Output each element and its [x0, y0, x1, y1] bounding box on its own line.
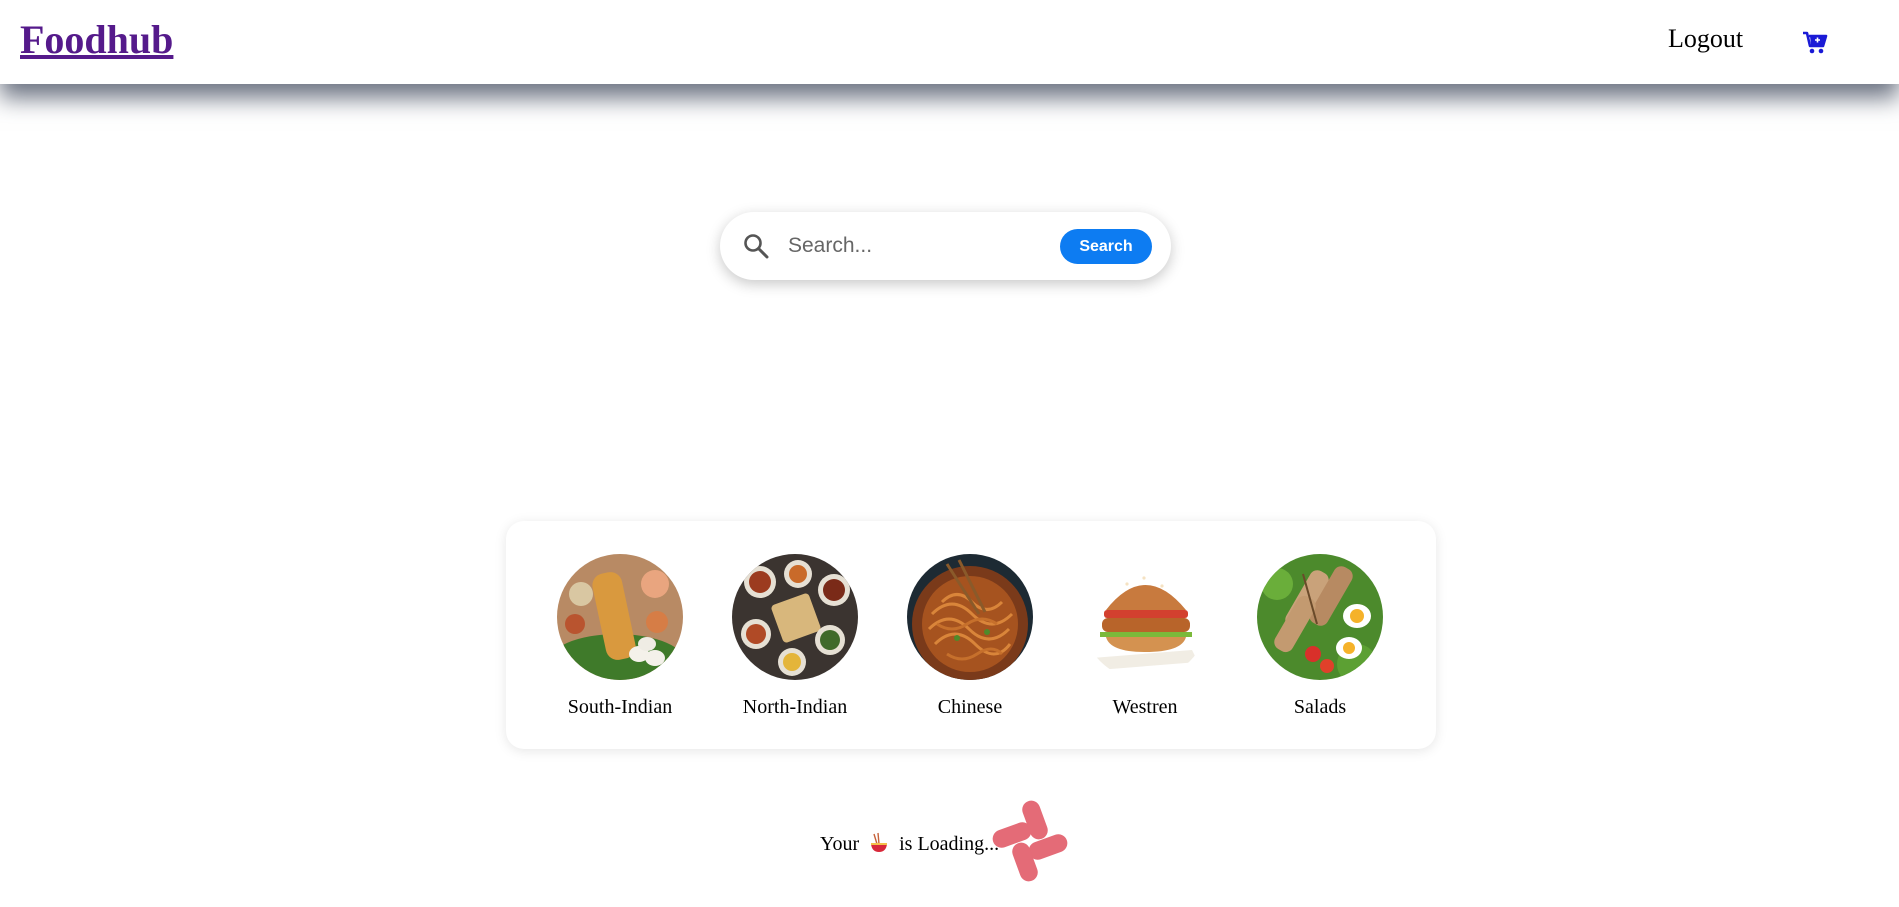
- salad-image: [1257, 554, 1383, 680]
- south-indian-food-image: [557, 554, 683, 680]
- search-input[interactable]: [788, 226, 1048, 266]
- burger-image: [1082, 554, 1208, 680]
- category-label: South-Indian: [567, 696, 673, 718]
- category-chinese[interactable]: Chinese: [900, 554, 1040, 719]
- logout-link[interactable]: Logout: [1668, 24, 1743, 54]
- category-label: North-Indian: [742, 696, 848, 718]
- cart-icon[interactable]: [1801, 28, 1829, 56]
- noodle-bowl-icon: [868, 832, 890, 860]
- category-card: South-Indian North-Indian Chinese Westre…: [506, 521, 1436, 749]
- chinese-food-image: [907, 554, 1033, 680]
- category-label: Westren: [1112, 696, 1178, 718]
- search-icon: [742, 232, 770, 260]
- brand-logo-link[interactable]: Foodhub: [20, 16, 173, 63]
- loading-prefix: Your: [820, 833, 860, 855]
- category-salads[interactable]: Salads: [1250, 554, 1390, 719]
- search-button[interactable]: Search: [1060, 229, 1152, 264]
- search-bar: Search: [720, 212, 1171, 280]
- category-north-indian[interactable]: North-Indian: [725, 554, 865, 719]
- category-label: Chinese: [937, 696, 1003, 718]
- category-south-indian[interactable]: South-Indian: [550, 554, 690, 719]
- loading-suffix: is Loading...: [899, 833, 1000, 855]
- navbar: Foodhub Logout: [0, 0, 1899, 84]
- loading-message: Your is Loading...: [820, 832, 999, 860]
- category-westren[interactable]: Westren: [1075, 554, 1215, 719]
- category-label: Salads: [1293, 696, 1347, 718]
- north-indian-food-image: [732, 554, 858, 680]
- loading-spinner-icon: [988, 798, 1074, 884]
